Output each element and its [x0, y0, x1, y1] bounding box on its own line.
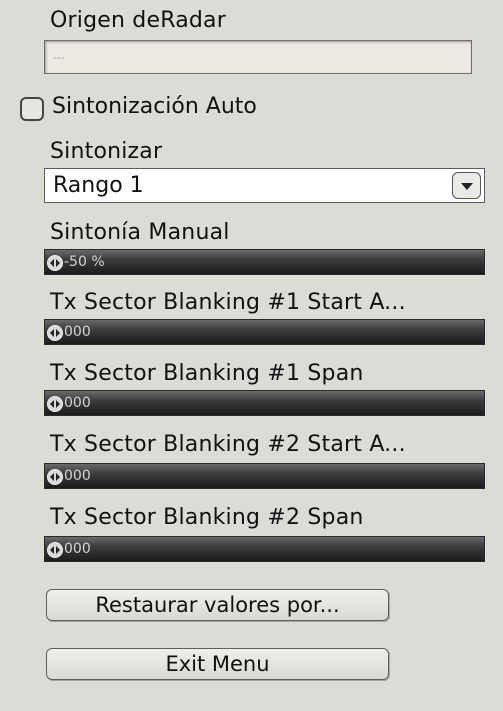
auto-tune-label[interactable]: Sintonización Auto [52, 94, 257, 120]
radar-origin-label: Origen deRadar [50, 8, 226, 33]
sector2-start-slider[interactable]: 000 [44, 463, 485, 489]
slider-arrows-icon[interactable] [47, 325, 63, 341]
auto-tune-checkbox[interactable] [20, 97, 44, 121]
slider-arrows-icon[interactable] [47, 542, 63, 558]
sector1-start-value: 000 [64, 324, 91, 340]
sector2-span-value: 000 [64, 541, 91, 557]
sector1-span-value: 000 [64, 395, 91, 411]
sector2-span-label: Tx Sector Blanking #2 Span [50, 505, 364, 530]
radar-origin-value: --- [53, 51, 65, 64]
tune-select[interactable]: Rango 1 [44, 168, 485, 203]
manual-tune-slider[interactable]: -50 % [44, 249, 485, 275]
restore-defaults-button[interactable]: Restaurar valores por... [46, 589, 389, 621]
chevron-down-icon[interactable] [452, 172, 481, 199]
slider-arrows-icon[interactable] [47, 255, 63, 271]
slider-arrows-icon[interactable] [47, 469, 63, 485]
tune-label: Sintonizar [50, 139, 163, 164]
sector1-span-slider[interactable]: 000 [44, 390, 485, 416]
sector2-start-value: 000 [64, 468, 91, 484]
sector2-span-slider[interactable]: 000 [44, 536, 485, 562]
manual-tune-label: Sintonía Manual [50, 220, 230, 245]
radar-origin-field[interactable]: --- [44, 40, 472, 74]
sector1-start-label: Tx Sector Blanking #1 Start A... [50, 290, 406, 315]
sector2-start-label: Tx Sector Blanking #2 Start A... [50, 432, 406, 457]
sector1-start-slider[interactable]: 000 [44, 319, 485, 345]
radar-settings-panel: Origen deRadar --- Sintonización Auto Si… [0, 0, 503, 711]
sector1-span-label: Tx Sector Blanking #1 Span [50, 361, 364, 386]
manual-tune-value: -50 % [64, 254, 105, 270]
exit-menu-button[interactable]: Exit Menu [46, 648, 389, 680]
slider-arrows-icon[interactable] [47, 396, 63, 412]
tune-selected-value: Rango 1 [53, 173, 144, 198]
